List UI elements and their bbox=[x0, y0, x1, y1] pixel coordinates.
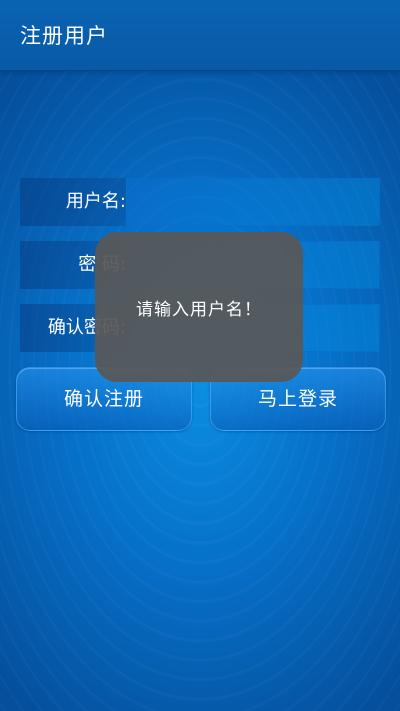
username-label: 用户名: bbox=[20, 178, 126, 226]
username-row: 用户名: bbox=[20, 178, 380, 226]
toast-message: 请输入用户名！ bbox=[95, 232, 303, 382]
page-title: 注册用户 bbox=[20, 24, 108, 48]
toast-text: 请输入用户名！ bbox=[136, 299, 262, 320]
register-screen: 注册用户 用户名: 密 码: 确认密码: 确认注册 马上登录 请输入用户名！ bbox=[0, 0, 400, 711]
username-input[interactable] bbox=[126, 178, 380, 226]
app-bar: 注册用户 bbox=[0, 0, 400, 71]
